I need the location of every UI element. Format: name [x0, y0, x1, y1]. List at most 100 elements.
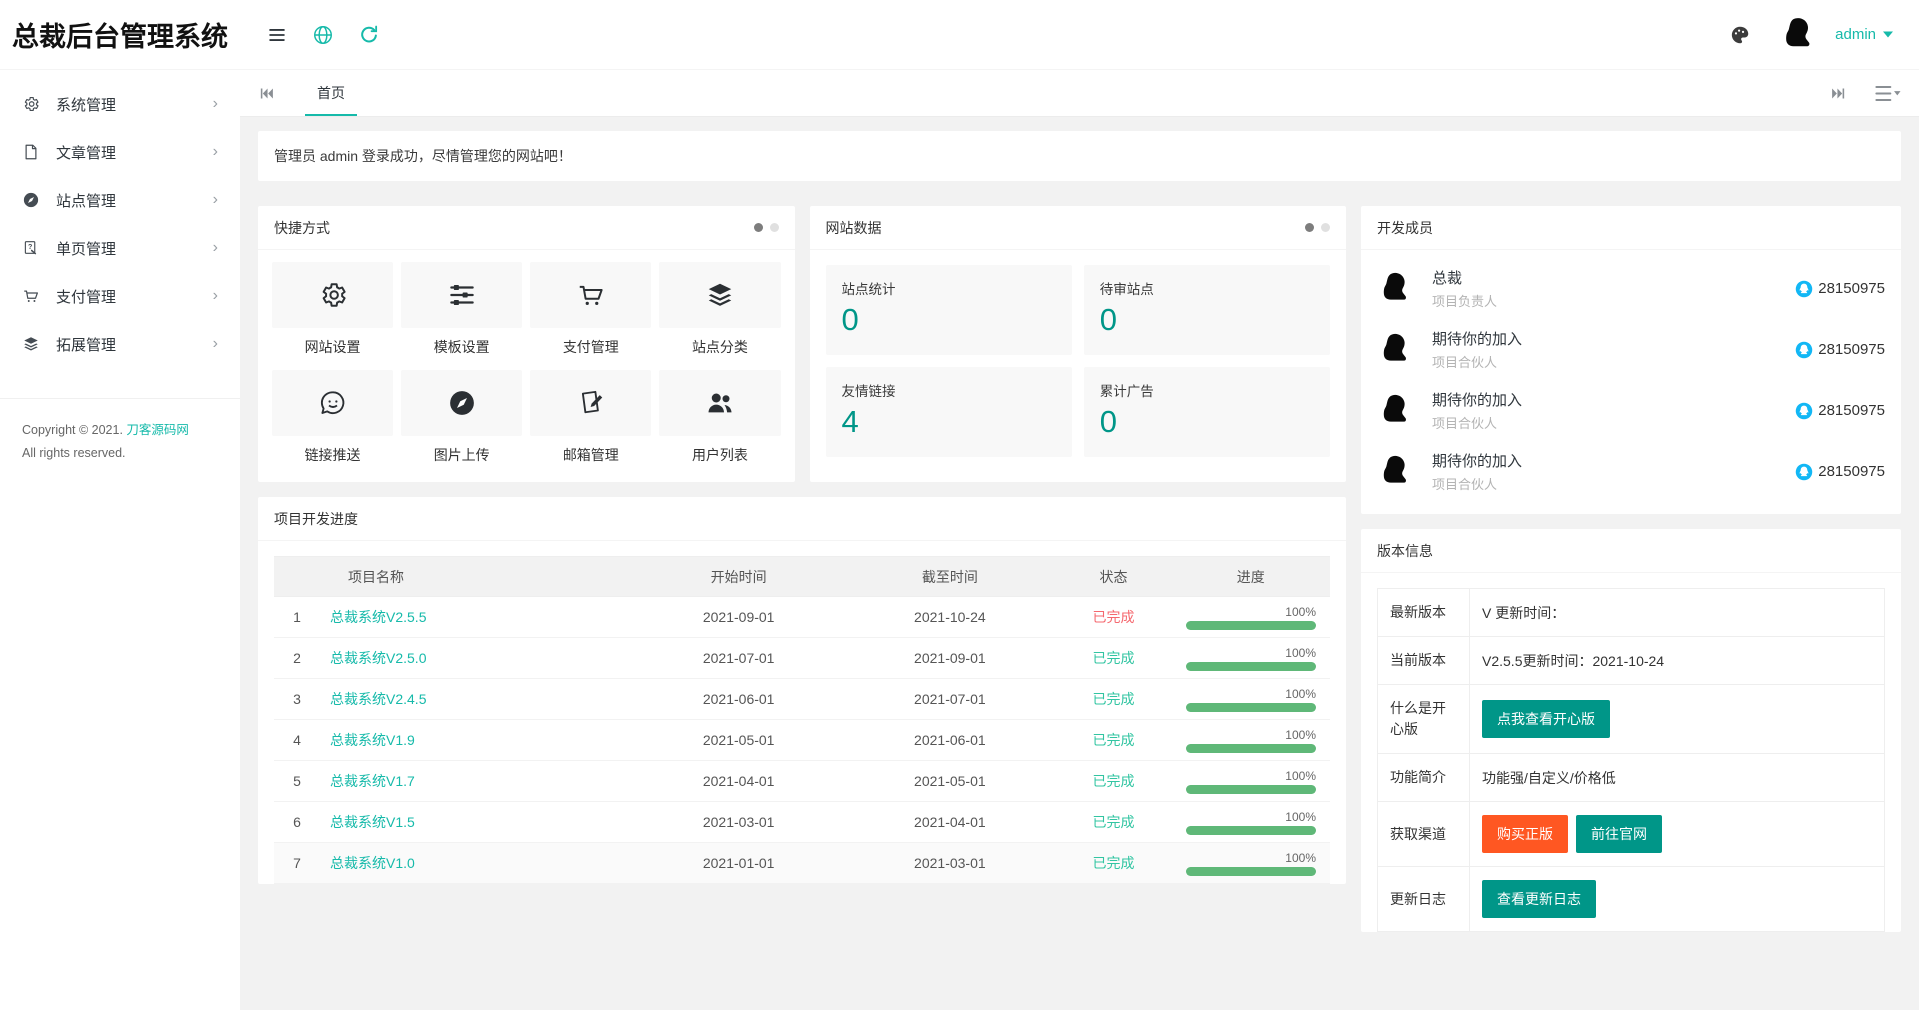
sidebar-item[interactable]: 站点管理 ›: [0, 176, 240, 224]
carousel-dot-active[interactable]: [1305, 223, 1314, 232]
chat-smile-icon: [318, 388, 348, 418]
version-action-button[interactable]: 点我查看开心版: [1482, 700, 1610, 738]
project-link[interactable]: 总裁系统V1.9: [330, 732, 415, 748]
version-action-button[interactable]: 查看更新日志: [1482, 880, 1596, 918]
carousel-dot[interactable]: [1321, 223, 1330, 232]
project-link[interactable]: 总裁系统V2.5.0: [330, 650, 426, 666]
projects-card: 项目开发进度 项目名称开始时间截至时间状态进度 1 总裁系统V2.5.5 202…: [258, 497, 1346, 884]
row-index: 7: [274, 843, 320, 884]
project-link[interactable]: 总裁系统V1.5: [330, 814, 415, 830]
project-link[interactable]: 总裁系统V2.4.5: [330, 691, 426, 707]
shortcut-item[interactable]: 用户列表: [659, 370, 780, 478]
content: 管理员 admin 登录成功，尽情管理您的网站吧！ 快捷方式: [240, 117, 1919, 1010]
stat-tile: 站点统计 0: [826, 265, 1072, 355]
shortcut-label: 用户列表: [659, 445, 780, 465]
topbar: admin: [240, 0, 1919, 70]
progress-percent: 100%: [1186, 810, 1316, 824]
shortcut-item[interactable]: 网站设置: [272, 262, 393, 370]
tab-options-icon[interactable]: [1875, 85, 1901, 102]
users-icon: [705, 388, 735, 418]
shortcut-tile: [401, 262, 522, 328]
shortcut-tile: [272, 370, 393, 436]
version-action-button[interactable]: 购买正版: [1482, 815, 1568, 853]
row-index: 1: [274, 597, 320, 638]
caret-down-icon: [1883, 31, 1893, 38]
project-row: 2 总裁系统V2.5.0 2021-07-01 2021-09-01 已完成 1…: [274, 638, 1330, 679]
qq-icon: [1795, 341, 1813, 359]
shortcut-tile: [659, 370, 780, 436]
member-row: 期待你的加入 项目合伙人 28150975: [1361, 319, 1901, 380]
cart-icon: [22, 287, 40, 305]
member-avatar: [1377, 330, 1417, 370]
qq-icon: [1795, 463, 1813, 481]
stat-label: 友情链接: [842, 380, 1056, 400]
tab-scroll-left-icon[interactable]: [258, 85, 275, 102]
shortcut-tile: [401, 370, 522, 436]
qq-contact[interactable]: 28150975: [1795, 341, 1885, 359]
sidebar-item[interactable]: 系统管理 ›: [0, 80, 240, 128]
progress-bar: [1186, 744, 1316, 753]
stat-value: 0: [842, 302, 1056, 338]
sidebar-item[interactable]: 文章管理 ›: [0, 128, 240, 176]
tab-scroll-right-icon[interactable]: [1830, 85, 1847, 102]
sidebar-item[interactable]: 支付管理 ›: [0, 272, 240, 320]
status-badge: 已完成: [1093, 773, 1135, 789]
layers-icon: [705, 280, 735, 310]
qq-number: 28150975: [1818, 341, 1885, 358]
globe-icon[interactable]: [312, 24, 334, 46]
version-row-label: 获取渠道: [1378, 802, 1470, 867]
qq-contact[interactable]: 28150975: [1795, 402, 1885, 420]
version-title: 版本信息: [1377, 541, 1433, 561]
shortcut-item[interactable]: 模板设置: [401, 262, 522, 370]
gear-icon: [318, 280, 348, 310]
sidebar-item-label: 拓展管理: [56, 334, 116, 355]
stat-label: 待审站点: [1100, 278, 1314, 298]
shortcut-item[interactable]: 邮箱管理: [530, 370, 651, 478]
qq-contact[interactable]: 28150975: [1795, 280, 1885, 298]
version-action-button[interactable]: 前往官网: [1576, 815, 1662, 853]
shortcut-item[interactable]: 链接推送: [272, 370, 393, 478]
status-badge: 已完成: [1093, 732, 1135, 748]
welcome-alert: 管理员 admin 登录成功，尽情管理您的网站吧！: [258, 131, 1901, 181]
project-link[interactable]: 总裁系统V1.0: [330, 855, 415, 871]
status-badge: 已完成: [1093, 609, 1135, 625]
palette-icon[interactable]: [1729, 24, 1751, 46]
left-column: 快捷方式 网站设置 模板设置 支付管理: [258, 206, 1346, 947]
chevron-right-icon: ›: [213, 288, 218, 304]
project-link[interactable]: 总裁系统V2.5.5: [330, 609, 426, 625]
shortcuts-card: 快捷方式 网站设置 模板设置 支付管理: [258, 206, 795, 482]
version-row-value: 购买正版前往官网: [1470, 802, 1885, 867]
username: admin: [1835, 26, 1876, 43]
project-link[interactable]: 总裁系统V1.7: [330, 773, 415, 789]
hamburger-icon[interactable]: [266, 24, 288, 46]
shortcut-item[interactable]: 图片上传: [401, 370, 522, 478]
progress: 100%: [1182, 685, 1320, 714]
user-menu[interactable]: admin: [1779, 14, 1893, 56]
version-row: 最新版本 V 更新时间：: [1378, 589, 1885, 637]
carousel-dots: [1305, 223, 1330, 232]
carousel-dot[interactable]: [770, 223, 779, 232]
version-row-label: 功能简介: [1378, 754, 1470, 802]
members-list: 总裁 项目负责人 28150975 期待你的加入 项目合伙人 28150975 …: [1361, 250, 1901, 514]
tabbar: 首页: [240, 70, 1919, 117]
shortcut-item[interactable]: 支付管理: [530, 262, 651, 370]
qq-contact[interactable]: 28150975: [1795, 463, 1885, 481]
sidebar-item[interactable]: ? 单页管理 ›: [0, 224, 240, 272]
sidebar-item[interactable]: 拓展管理 ›: [0, 320, 240, 368]
qq-number: 28150975: [1818, 463, 1885, 480]
copyright-link[interactable]: 刀客源码网: [126, 423, 189, 437]
end-date: 2021-07-01: [844, 679, 1055, 720]
refresh-icon[interactable]: [358, 24, 380, 46]
project-row: 1 总裁系统V2.5.5 2021-09-01 2021-10-24 已完成 1…: [274, 597, 1330, 638]
shortcut-item[interactable]: 站点分类: [659, 262, 780, 370]
stat-tile: 累计广告 0: [1084, 367, 1330, 457]
progress-bar: [1186, 662, 1316, 671]
shortcuts-title: 快捷方式: [274, 218, 330, 238]
page-question-icon: ?: [22, 239, 40, 257]
right-column: 开发成员 总裁 项目负责人 28150975 期待你的加入 项目合伙人 2815…: [1361, 206, 1901, 947]
tab-home[interactable]: 首页: [293, 70, 369, 116]
carousel-dot-active[interactable]: [754, 223, 763, 232]
version-row: 当前版本 V2.5.5更新时间：2021-10-24: [1378, 637, 1885, 685]
start-date: 2021-01-01: [633, 843, 844, 884]
app-root: 总裁后台管理系统 系统管理 › 文章管理 › 站点管理 › ? 单页管理 › 支…: [0, 0, 1919, 1010]
